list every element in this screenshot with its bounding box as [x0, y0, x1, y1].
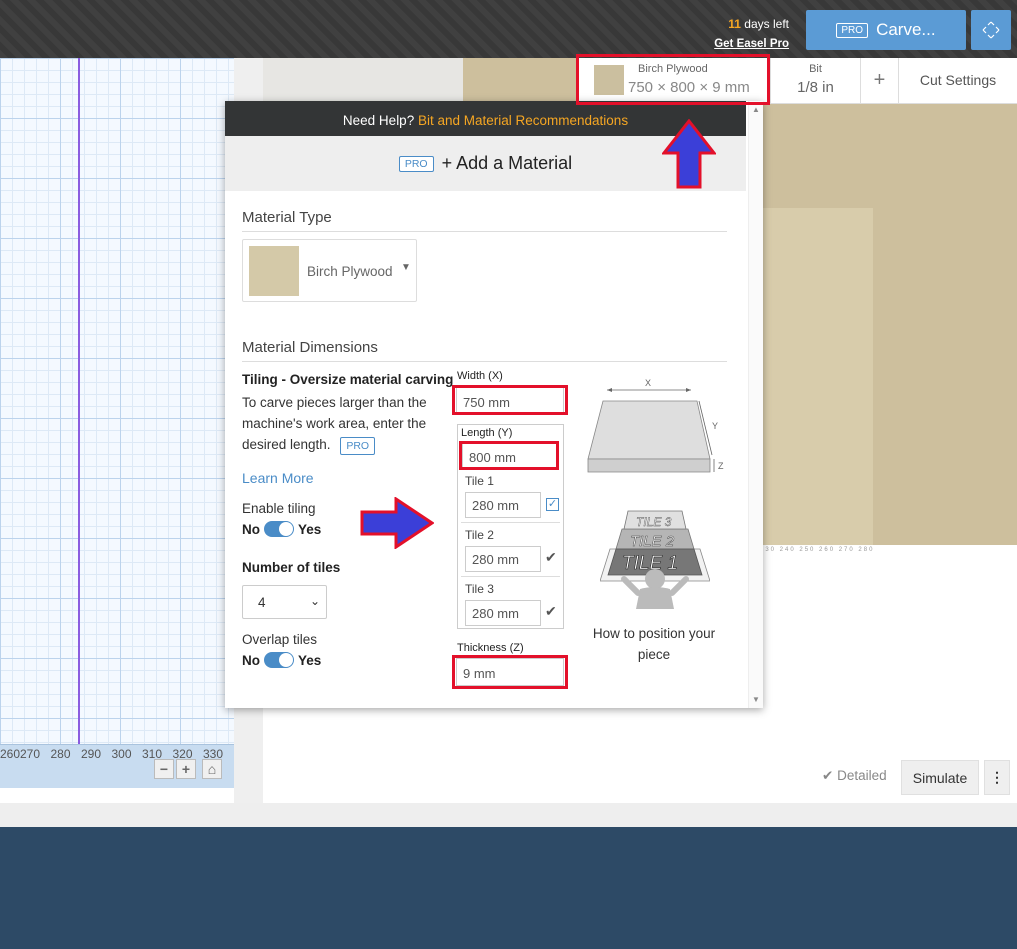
pro-badge: PRO: [398, 155, 434, 172]
enable-tiling-toggle[interactable]: No Yes: [242, 521, 321, 537]
tile-1-input[interactable]: 280 mm: [465, 492, 541, 518]
ruler-tick: 300: [111, 747, 132, 761]
status-strip: [0, 803, 1017, 827]
material-type-select[interactable]: Birch Plywood ▼: [242, 239, 417, 302]
detailed-label: Detailed: [837, 768, 887, 783]
simulate-button[interactable]: Simulate: [901, 760, 979, 795]
tile-2-label: Tile 2: [465, 528, 494, 542]
diagram-x-label: X: [645, 378, 651, 388]
overlap-tiles-label: Overlap tiles: [242, 632, 318, 647]
ruler-tick: 270: [20, 747, 41, 761]
toggle-switch[interactable]: [264, 521, 294, 537]
design-canvas[interactable]: [0, 58, 234, 744]
enable-tiling-label: Enable tiling: [242, 501, 316, 516]
length-label: Length (Y): [461, 427, 513, 439]
modal-scrollbar[interactable]: ▲ ▼: [748, 101, 763, 708]
help-link[interactable]: Bit and Material Recommendations: [418, 113, 628, 128]
highlight-width: [452, 385, 568, 415]
stack-tile3-label: TILE 3: [636, 515, 672, 529]
stack-tile2-label: TILE 2: [630, 533, 675, 550]
tile-3-input[interactable]: 280 mm: [465, 600, 541, 626]
tile-stack-icon: TILE 2 TILE 3 TILE 1: [600, 510, 710, 609]
tile-2-input[interactable]: 280 mm: [465, 546, 541, 572]
arrow-right-icon: [360, 497, 434, 549]
material-type-title: Material Type: [242, 209, 332, 226]
how-to-position-text: How to position your piece: [592, 626, 716, 662]
tile-3-label: Tile 3: [465, 582, 494, 596]
pro-badge: PRO: [340, 437, 376, 455]
3d-ruler-ticks: 230 240 250 260 270 280: [760, 547, 875, 553]
trial-days: 11: [728, 17, 741, 31]
detailed-toggle[interactable]: ✔ Detailed: [822, 768, 887, 784]
checkbox-checked-icon[interactable]: ✓: [546, 498, 559, 511]
carve-label: Carve...: [876, 20, 936, 39]
chevron-down-icon: ⌄: [309, 594, 320, 608]
trial-info: 11 days left Get Easel Pro: [714, 14, 789, 54]
top-bar: 11 days left Get Easel Pro PRO Carve...: [0, 0, 1017, 58]
toggle-yes: Yes: [298, 652, 322, 668]
highlight-thickness: [452, 655, 568, 689]
home-icon[interactable]: ⌂: [202, 759, 222, 779]
toggle-no: No: [242, 652, 260, 668]
carve-button[interactable]: PRO Carve...: [806, 10, 966, 50]
add-material-title: + Add a Material: [441, 153, 573, 173]
bit-label: Bit: [809, 63, 822, 75]
learn-more-link[interactable]: Learn More: [242, 470, 314, 486]
zoom-in-button[interactable]: +: [176, 759, 196, 779]
number-of-tiles-select[interactable]: 4 ⌄: [242, 585, 327, 619]
add-bit-button[interactable]: +: [860, 58, 898, 104]
tiling-desc-text: To carve pieces larger than the machine'…: [242, 395, 427, 452]
ruler-tick: 260: [0, 747, 21, 761]
thickness-label: Thickness (Z): [457, 642, 524, 654]
expand-icon: [982, 21, 1000, 39]
scroll-up-icon[interactable]: ▲: [752, 105, 760, 114]
canvas-guide-line: [78, 58, 80, 744]
trial-suffix: days left: [740, 17, 789, 31]
check-icon: ✔: [545, 549, 557, 565]
scroll-down-icon[interactable]: ▼: [752, 695, 760, 704]
number-of-tiles-label: Number of tiles: [242, 560, 341, 575]
check-icon: ✔: [822, 768, 834, 783]
pro-badge: PRO: [836, 22, 869, 38]
overlap-tiles-toggle[interactable]: No Yes: [242, 652, 321, 668]
expand-button[interactable]: [971, 10, 1011, 50]
material-swatch: [249, 246, 299, 296]
check-icon: ✔: [545, 603, 557, 619]
help-prefix: Need Help?: [342, 113, 418, 128]
toggle-no: No: [242, 521, 260, 537]
diagram-z-label: Z: [718, 461, 724, 471]
width-label: Width (X): [457, 370, 503, 382]
bit-value: 1/8 in: [797, 79, 834, 96]
zoom-out-button[interactable]: −: [154, 759, 174, 779]
material-dimensions-title: Material Dimensions: [242, 339, 378, 356]
diagram-y-label: Y: [712, 421, 718, 431]
highlight-material-bar: [576, 54, 770, 105]
tile-1-label: Tile 1: [465, 474, 494, 488]
chevron-down-icon: ▼: [401, 262, 411, 273]
highlight-length: [459, 441, 559, 470]
ruler-tick: 290: [81, 747, 102, 761]
ruler-tick: 280: [50, 747, 71, 761]
tiles-value: 4: [258, 595, 266, 610]
zoom-controls: − + ⌂: [154, 759, 222, 779]
arrow-up-icon: [662, 119, 716, 189]
cut-settings-button[interactable]: Cut Settings: [898, 58, 1017, 104]
canvas-ruler: 260270 280 290 300 310 320 330 − + ⌂: [0, 744, 234, 788]
material-type-value: Birch Plywood: [307, 264, 393, 279]
toggle-switch[interactable]: [264, 652, 294, 668]
dimension-diagram-icon: X Y Z: [587, 378, 724, 473]
get-easel-pro-link[interactable]: Get Easel Pro: [714, 34, 789, 54]
toggle-yes: Yes: [298, 521, 322, 537]
bit-selector[interactable]: Bit 1/8 in: [770, 58, 860, 104]
tiling-title: Tiling - Oversize material carving: [242, 372, 454, 387]
footer: [0, 827, 1017, 949]
more-options-icon[interactable]: ⋮: [984, 760, 1010, 795]
tiling-description: To carve pieces larger than the machine'…: [242, 392, 442, 455]
